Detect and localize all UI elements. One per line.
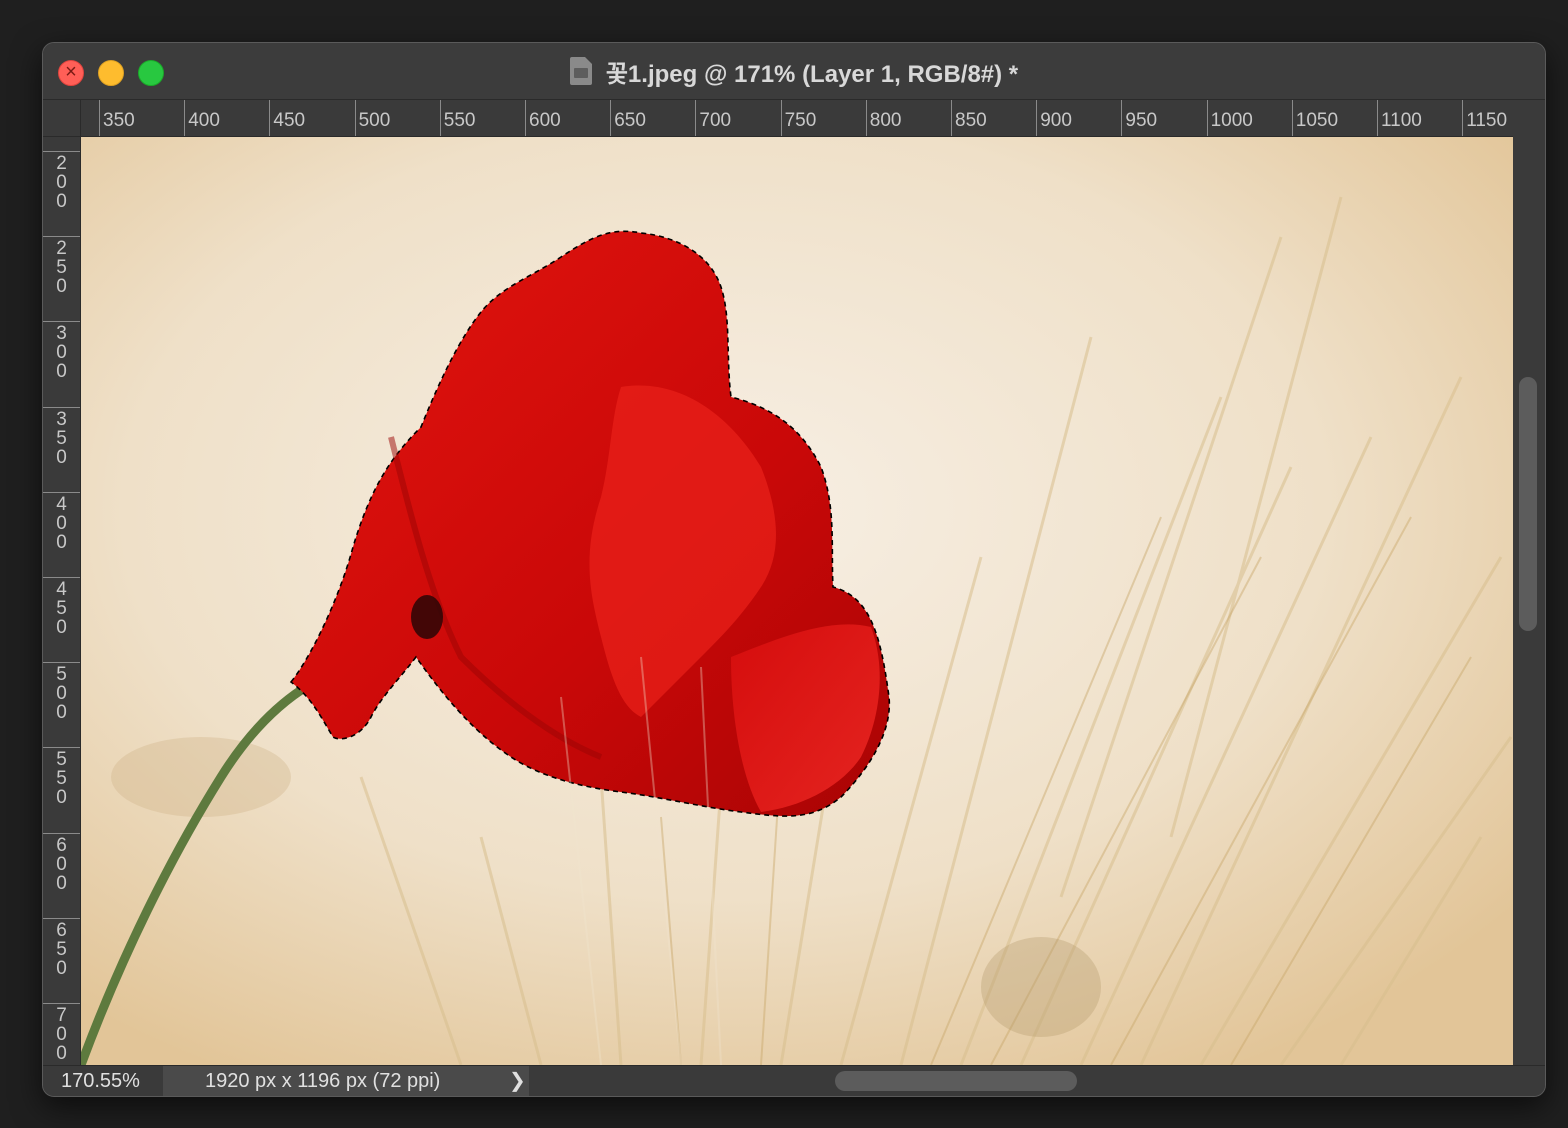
poppy-image: [81, 137, 1513, 1065]
ruler-v-tick: 650: [43, 917, 80, 978]
ruler-h-tick: 1050: [1291, 100, 1338, 136]
ruler-v-tick: 200: [43, 151, 80, 211]
ruler-h-tick: 900: [1036, 100, 1072, 136]
ruler-h-tick: 1000: [1206, 100, 1253, 136]
ruler-h-tick: 600: [525, 100, 561, 136]
ruler-v-tick: 450: [43, 577, 80, 637]
document-info-text: 1920 px x 1196 px (72 ppi): [205, 1070, 441, 1092]
ruler-h-tick: 1150: [1462, 100, 1507, 136]
document-info[interactable]: 1920 px x 1196 px (72 ppi): [163, 1066, 529, 1096]
ruler-v-tick: 550: [43, 747, 80, 807]
chevron-right-icon[interactable]: ❯: [509, 1066, 526, 1096]
ruler-v-tick: 500: [43, 662, 80, 722]
ruler-v-tick: 400: [43, 491, 80, 552]
ruler-h-tick: 800: [865, 100, 902, 136]
horizontal-ruler[interactable]: 350 400 450 500 550 600 650 700 750 800 850 900 950 1…: [81, 100, 1513, 137]
ruler-v-tick: 300: [43, 321, 80, 381]
ruler-v-tick: 700: [43, 1003, 80, 1063]
horizontal-scrollbar-thumb[interactable]: [835, 1071, 1077, 1091]
ruler-h-tick: 350: [99, 100, 135, 136]
vertical-ruler[interactable]: 200 250 300 350 400 450 500 550 600 650 700: [43, 137, 81, 1065]
photoshop-document-window: 꽃1.jpeg @ 171% (Layer 1, RGB/8#) * 350 40…: [42, 42, 1546, 1097]
title-bar[interactable]: 꽃1.jpeg @ 171% (Layer 1, RGB/8#) *: [43, 43, 1545, 100]
ruler-h-tick: 950: [1121, 100, 1157, 136]
ruler-h-tick: 450: [269, 100, 305, 136]
vertical-scrollbar-thumb[interactable]: [1519, 377, 1537, 631]
status-bar: 170.55% 1920 px x 1196 px (72 ppi) ❯: [43, 1065, 1545, 1096]
window-title-area: 꽃1.jpeg @ 171% (Layer 1, RGB/8#) *: [43, 43, 1545, 99]
ruler-h-tick: 700: [695, 100, 731, 136]
document-icon: [569, 57, 592, 85]
ruler-h-tick: 650: [610, 100, 646, 136]
ruler-h-tick: 550: [439, 100, 476, 136]
ruler-h-tick: 1100: [1377, 100, 1422, 136]
ruler-v-tick: 350: [43, 406, 80, 467]
ruler-h-tick: 750: [780, 100, 816, 136]
vertical-scrollbar[interactable]: [1513, 137, 1545, 1065]
ruler-h-tick: 400: [184, 100, 220, 136]
ruler-v-tick: 600: [43, 832, 80, 893]
zoom-level[interactable]: 170.55%: [61, 1070, 140, 1093]
ruler-v-tick: 250: [43, 236, 80, 296]
document-title: 꽃1.jpeg @ 171% (Layer 1, RGB/8#) *: [605, 60, 1019, 88]
image-canvas[interactable]: [81, 137, 1513, 1065]
ruler-h-tick: 850: [951, 100, 987, 136]
ruler-h-tick: 500: [354, 100, 390, 136]
ruler-origin-corner[interactable]: [43, 100, 81, 137]
